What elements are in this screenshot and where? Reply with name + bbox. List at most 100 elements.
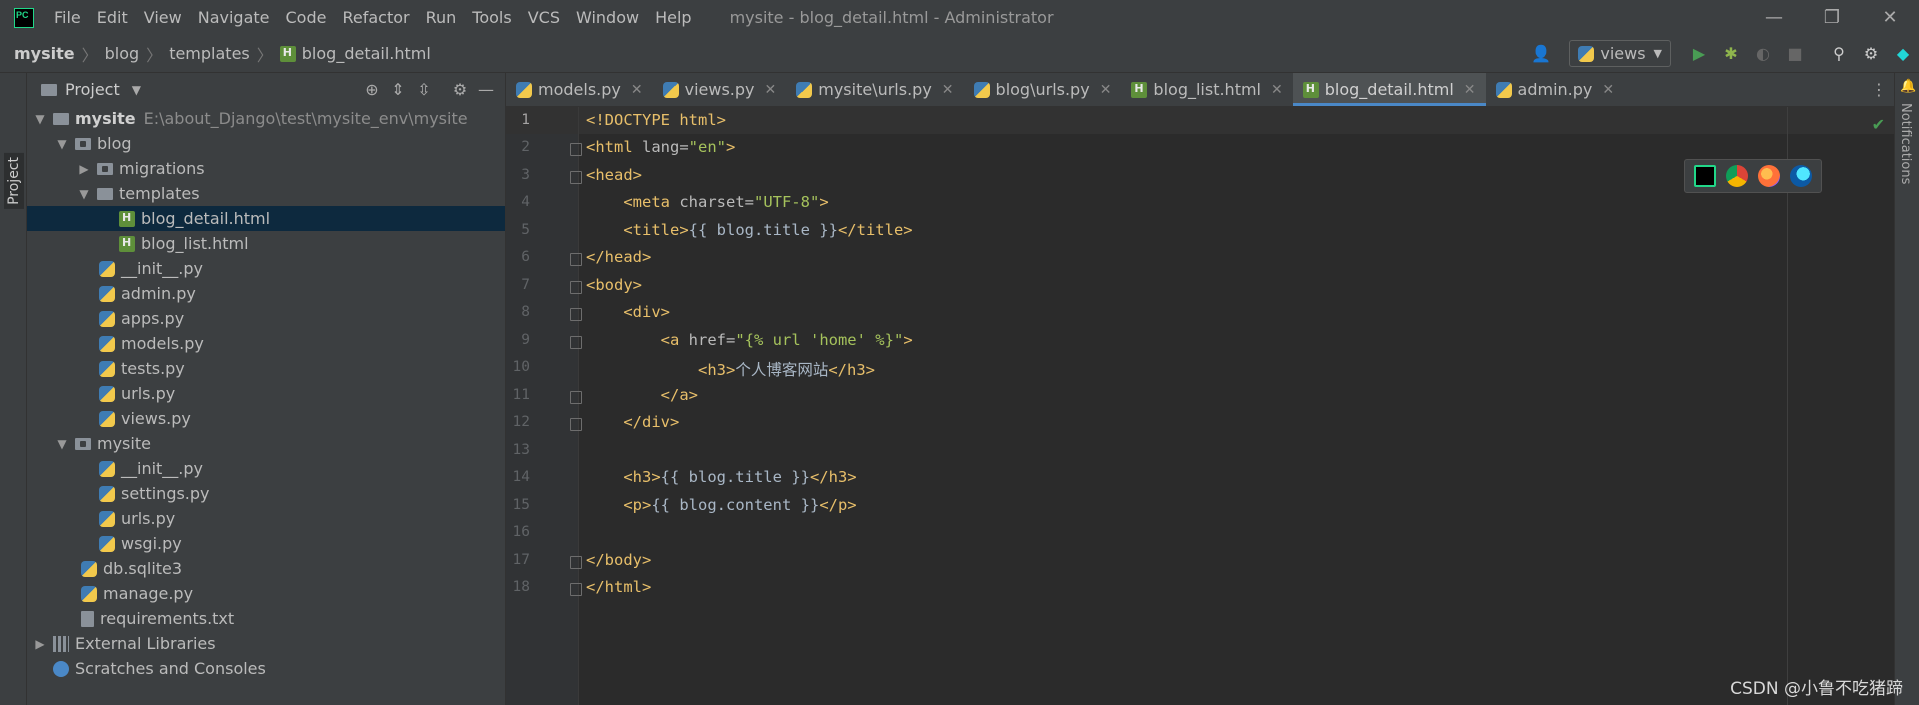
menu-help[interactable]: Help <box>647 8 699 27</box>
tab-blog-urls-py[interactable]: blog\urls.py ✕ <box>964 73 1122 106</box>
tree-item-label: __init__.py <box>121 459 204 478</box>
firefox-icon[interactable] <box>1758 165 1780 187</box>
fold-marker-icon[interactable] <box>570 171 582 184</box>
run-configuration-select[interactable]: views ▼ <box>1569 40 1671 67</box>
edge-icon[interactable] <box>1790 165 1812 187</box>
restore-icon[interactable]: ❐ <box>1803 0 1861 35</box>
coverage-icon[interactable]: ◐ <box>1753 44 1773 64</box>
menu-edit[interactable]: Edit <box>89 8 136 27</box>
menu-code[interactable]: Code <box>278 8 335 27</box>
gear-icon[interactable]: ⚙ <box>447 80 473 99</box>
tree-item-label: __init__.py <box>121 259 204 278</box>
breadcrumb-mysite[interactable]: mysite <box>14 44 75 63</box>
close-icon[interactable]: ✕ <box>1602 82 1614 98</box>
notifications-tool-button[interactable]: Notifications <box>1898 103 1913 184</box>
more-options-icon[interactable]: ⋮ <box>1871 73 1887 106</box>
chevron-right-icon[interactable]: ▶ <box>33 637 47 651</box>
tab-blog-detail-html[interactable]: blog_detail.html ✕ <box>1292 73 1486 106</box>
chevron-down-icon[interactable]: ▼ <box>132 83 141 97</box>
tab-mysite-urls-py[interactable]: mysite\urls.py ✕ <box>786 73 963 106</box>
tree-item-templates[interactable]: ▼ templates <box>27 181 505 206</box>
tree-item-models[interactable]: models.py <box>27 331 505 356</box>
run-icon[interactable]: ▶ <box>1689 44 1709 64</box>
project-tool-button[interactable]: Project <box>4 153 24 209</box>
tree-item-requirements[interactable]: requirements.txt <box>27 606 505 631</box>
chevron-down-icon[interactable]: ▼ <box>55 137 69 151</box>
menu-refactor[interactable]: Refactor <box>334 8 417 27</box>
menu-run[interactable]: Run <box>418 8 465 27</box>
debug-icon[interactable]: ✱ <box>1721 44 1741 64</box>
chrome-icon[interactable] <box>1726 165 1748 187</box>
pycharm-browser-icon[interactable] <box>1694 165 1716 187</box>
project-panel-title[interactable]: Project <box>65 80 120 99</box>
stop-icon[interactable]: ■ <box>1785 44 1805 64</box>
chevron-right-icon[interactable]: ▶ <box>77 162 91 176</box>
chevron-down-icon[interactable]: ▼ <box>77 187 91 201</box>
close-icon[interactable]: ✕ <box>631 82 643 98</box>
tree-item-admin[interactable]: admin.py <box>27 281 505 306</box>
search-icon[interactable]: ⚲ <box>1829 44 1849 64</box>
menu-view[interactable]: View <box>136 8 190 27</box>
tab-models-py[interactable]: models.py ✕ <box>506 73 653 106</box>
fold-marker-icon[interactable] <box>570 308 582 321</box>
expand-all-icon[interactable]: ⇕ <box>385 80 411 99</box>
code-editor[interactable]: 1 2 3 4 5 6 7 8 9 10 11 12 13 14 15 16 1… <box>506 107 1895 705</box>
tree-item-blog[interactable]: ▼ blog <box>27 131 505 156</box>
close-icon[interactable]: ✕ <box>1100 82 1112 98</box>
fold-marker-icon[interactable] <box>570 143 582 156</box>
fold-marker-icon[interactable] <box>570 556 582 569</box>
tree-item-mysite-init[interactable]: __init__.py <box>27 456 505 481</box>
bell-icon[interactable]: 🔔 <box>1900 79 1916 94</box>
collapse-all-icon[interactable]: ⇳ <box>411 80 437 99</box>
close-icon[interactable]: ✕ <box>765 82 777 98</box>
tab-admin-py[interactable]: admin.py ✕ <box>1486 73 1625 106</box>
tree-item-migrations[interactable]: ▶ migrations <box>27 156 505 181</box>
tree-item-mysite-urls[interactable]: urls.py <box>27 506 505 531</box>
tree-item-external-libraries[interactable]: ▶ External Libraries <box>27 631 505 656</box>
tree-item-settings[interactable]: settings.py <box>27 481 505 506</box>
breadcrumb-blog[interactable]: blog <box>105 44 140 63</box>
menu-vcs[interactable]: VCS <box>520 8 568 27</box>
fold-marker-icon[interactable] <box>570 391 582 404</box>
menu-window[interactable]: Window <box>568 8 647 27</box>
toolbox-icon[interactable]: ◆ <box>1893 44 1913 64</box>
hide-icon[interactable]: — <box>473 80 499 99</box>
tree-item-tests[interactable]: tests.py <box>27 356 505 381</box>
tree-item-blog-urls[interactable]: urls.py <box>27 381 505 406</box>
fold-marker-icon[interactable] <box>570 418 582 431</box>
settings-icon[interactable]: ⚙ <box>1861 44 1881 64</box>
close-icon[interactable]: ✕ <box>1861 0 1919 35</box>
tree-item-blog-init[interactable]: __init__.py <box>27 256 505 281</box>
fold-marker-icon[interactable] <box>570 336 582 349</box>
tab-label: blog\urls.py <box>995 80 1090 99</box>
inspection-ok-icon[interactable]: ✔ <box>1872 115 1885 134</box>
tree-item-db[interactable]: db.sqlite3 <box>27 556 505 581</box>
tree-item-views[interactable]: views.py <box>27 406 505 431</box>
locate-icon[interactable]: ⊕ <box>359 80 385 99</box>
chevron-down-icon[interactable]: ▼ <box>33 112 47 126</box>
tree-item-apps[interactable]: apps.py <box>27 306 505 331</box>
tab-views-py[interactable]: views.py ✕ <box>653 73 787 106</box>
tree-item-mysite-package[interactable]: ▼ mysite <box>27 431 505 456</box>
menu-navigate[interactable]: Navigate <box>190 8 278 27</box>
breadcrumb-file[interactable]: blog_detail.html <box>302 44 431 63</box>
close-icon[interactable]: ✕ <box>942 82 954 98</box>
user-icon[interactable]: 👤 <box>1531 44 1551 64</box>
tree-item-mysite-root[interactable]: ▼ mysite E:\about_Django\test\mysite_env… <box>27 106 505 131</box>
tree-item-manage[interactable]: manage.py <box>27 581 505 606</box>
tree-item-scratches[interactable]: Scratches and Consoles <box>27 656 505 681</box>
chevron-down-icon[interactable]: ▼ <box>55 437 69 451</box>
fold-marker-icon[interactable] <box>570 253 582 266</box>
minimize-icon[interactable]: — <box>1745 0 1803 35</box>
close-icon[interactable]: ✕ <box>1464 82 1476 98</box>
tree-item-wsgi[interactable]: wsgi.py <box>27 531 505 556</box>
menu-file[interactable]: File <box>46 8 89 27</box>
fold-marker-icon[interactable] <box>570 281 582 294</box>
tree-item-blog-detail[interactable]: blog_detail.html <box>27 206 505 231</box>
close-icon[interactable]: ✕ <box>1271 82 1283 98</box>
tab-blog-list-html[interactable]: blog_list.html ✕ <box>1121 73 1292 106</box>
breadcrumb-templates[interactable]: templates <box>169 44 250 63</box>
tree-item-blog-list[interactable]: blog_list.html <box>27 231 505 256</box>
fold-marker-icon[interactable] <box>570 583 582 596</box>
menu-tools[interactable]: Tools <box>464 8 519 27</box>
